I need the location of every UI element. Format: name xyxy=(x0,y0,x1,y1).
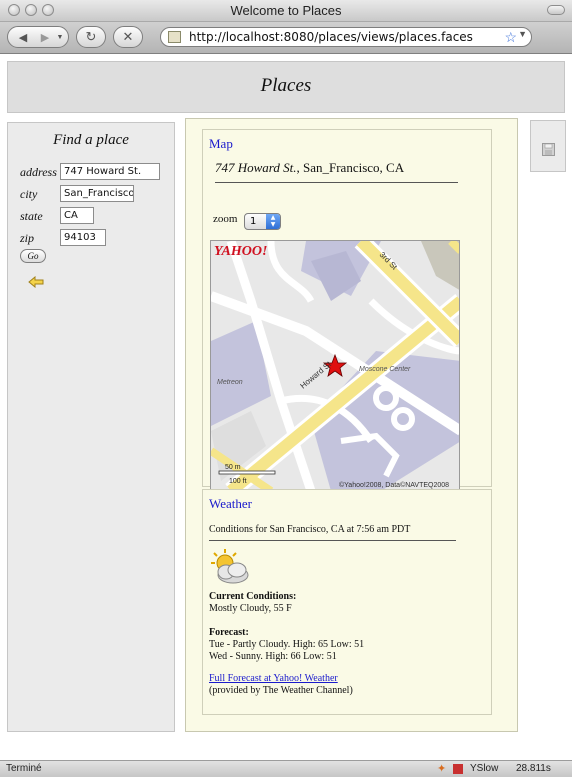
back-arrow-icon[interactable] xyxy=(28,276,44,288)
map-city-state: , San_Francisco, CA xyxy=(296,160,405,175)
find-place-heading: Find a place xyxy=(53,132,129,148)
zoom-label: zoom xyxy=(213,213,238,225)
full-forecast-link[interactable]: Full Forecast at Yahoo! Weather xyxy=(209,673,338,684)
weather-provider: (provided by The Weather Channel) xyxy=(209,685,353,696)
save-icon[interactable] xyxy=(542,143,555,156)
back-arrow-icon: ◀ xyxy=(18,31,28,44)
map-canvas: YAHOO! 3rd St Howard St Metreon Moscone … xyxy=(211,241,459,489)
address-label: address xyxy=(20,165,57,179)
back-forward-control: ◀ ▶ ▼ xyxy=(7,26,69,48)
weather-title: Weather xyxy=(209,496,252,511)
current-conditions-label: Current Conditions: xyxy=(209,591,297,602)
city-field[interactable]: San_Francisco xyxy=(60,185,134,202)
go-button[interactable]: Go xyxy=(20,249,46,263)
zoom-select[interactable]: 1 ▲ ▼ xyxy=(244,213,281,230)
find-place-panel: Find a place address 747 Howard St. city… xyxy=(7,122,175,732)
page-content: Places Find a place address 747 Howard S… xyxy=(0,54,572,760)
history-dropdown-button[interactable]: ▼ xyxy=(52,27,68,47)
zoom-value: 1 xyxy=(250,216,257,227)
map-street: 747 Howard St. xyxy=(215,160,297,175)
current-conditions-value: Mostly Cloudy, 55 F xyxy=(209,603,292,614)
yslow-label[interactable]: YSlow xyxy=(470,763,498,774)
forecast-day-2: Wed - Sunny. High: 66 Low: 51 xyxy=(209,651,337,662)
state-field[interactable]: CA xyxy=(60,207,94,224)
zip-field[interactable]: 94103 xyxy=(60,229,106,246)
window-title: Welcome to Places xyxy=(230,3,342,18)
address-field[interactable]: 747 Howard St. xyxy=(60,163,160,180)
reload-button[interactable]: ↻ xyxy=(76,26,106,48)
stop-button[interactable]: ✕ xyxy=(113,26,143,48)
scale-bar xyxy=(218,470,276,475)
conditions-heading: Conditions for San Francisco, CA at 7:56… xyxy=(209,524,411,535)
scale-feet: 100 ft xyxy=(229,478,247,485)
forecast-label: Forecast: xyxy=(209,627,249,638)
divider xyxy=(209,540,456,541)
place-label-moscone: Moscone Center xyxy=(359,366,411,373)
reload-icon: ↻ xyxy=(85,29,97,44)
divider xyxy=(215,182,458,183)
window-titlebar: Welcome to Places xyxy=(0,0,572,22)
toolbar-toggle-button[interactable] xyxy=(547,5,565,15)
browser-toolbar: ◀ ▶ ▼ ↻ ✕ http://localhost:8080/places/v… xyxy=(0,22,572,54)
url-text[interactable]: http://localhost:8080/places/views/place… xyxy=(189,30,473,44)
url-dropdown-icon[interactable]: ▼ xyxy=(518,29,527,39)
map-copyright: ©Yahoo!2008, Data©NAVTEQ2008 xyxy=(339,481,449,489)
map-view[interactable]: YAHOO! 3rd St Howard St Metreon Moscone … xyxy=(210,240,460,490)
partly-cloudy-icon xyxy=(211,549,249,584)
weather-section: Weather Conditions for San Francisco, CA… xyxy=(202,489,492,715)
yslow-icon[interactable] xyxy=(453,764,463,774)
status-bar: Terminé ✦ YSlow 28.811s xyxy=(0,760,572,777)
scale-meters: 50 m xyxy=(225,464,241,471)
forward-arrow-icon: ▶ xyxy=(40,31,50,44)
map-address: 747 Howard St., San_Francisco, CA xyxy=(215,160,404,176)
site-icon xyxy=(168,31,181,43)
chevron-down-icon: ▼ xyxy=(56,33,64,41)
results-panel: Map 747 Howard St., San_Francisco, CA zo… xyxy=(185,118,518,732)
extension-icon[interactable]: ✦ xyxy=(437,762,446,775)
yahoo-logo: YAHOO! xyxy=(214,244,267,259)
forecast-day-1: Tue - Partly Cloudy. High: 65 Low: 51 xyxy=(209,639,365,650)
select-arrows-icon: ▲ ▼ xyxy=(266,214,280,229)
place-label-metreon: Metreon xyxy=(217,379,243,386)
bookmark-star-icon[interactable]: ☆ xyxy=(504,29,517,46)
state-label: state xyxy=(20,209,43,223)
map-title: Map xyxy=(209,136,233,151)
city-label: city xyxy=(20,187,38,201)
address-bar[interactable]: http://localhost:8080/places/views/place… xyxy=(160,27,532,47)
stop-icon: ✕ xyxy=(122,29,134,44)
map-section: Map 747 Howard St., San_Francisco, CA zo… xyxy=(202,129,492,490)
status-text: Terminé xyxy=(6,763,42,774)
page-title: Places xyxy=(260,75,312,96)
load-time: 28.811s xyxy=(516,763,551,774)
side-widget xyxy=(530,120,566,172)
zip-label: zip xyxy=(20,231,35,245)
page-header: Places xyxy=(7,61,565,113)
